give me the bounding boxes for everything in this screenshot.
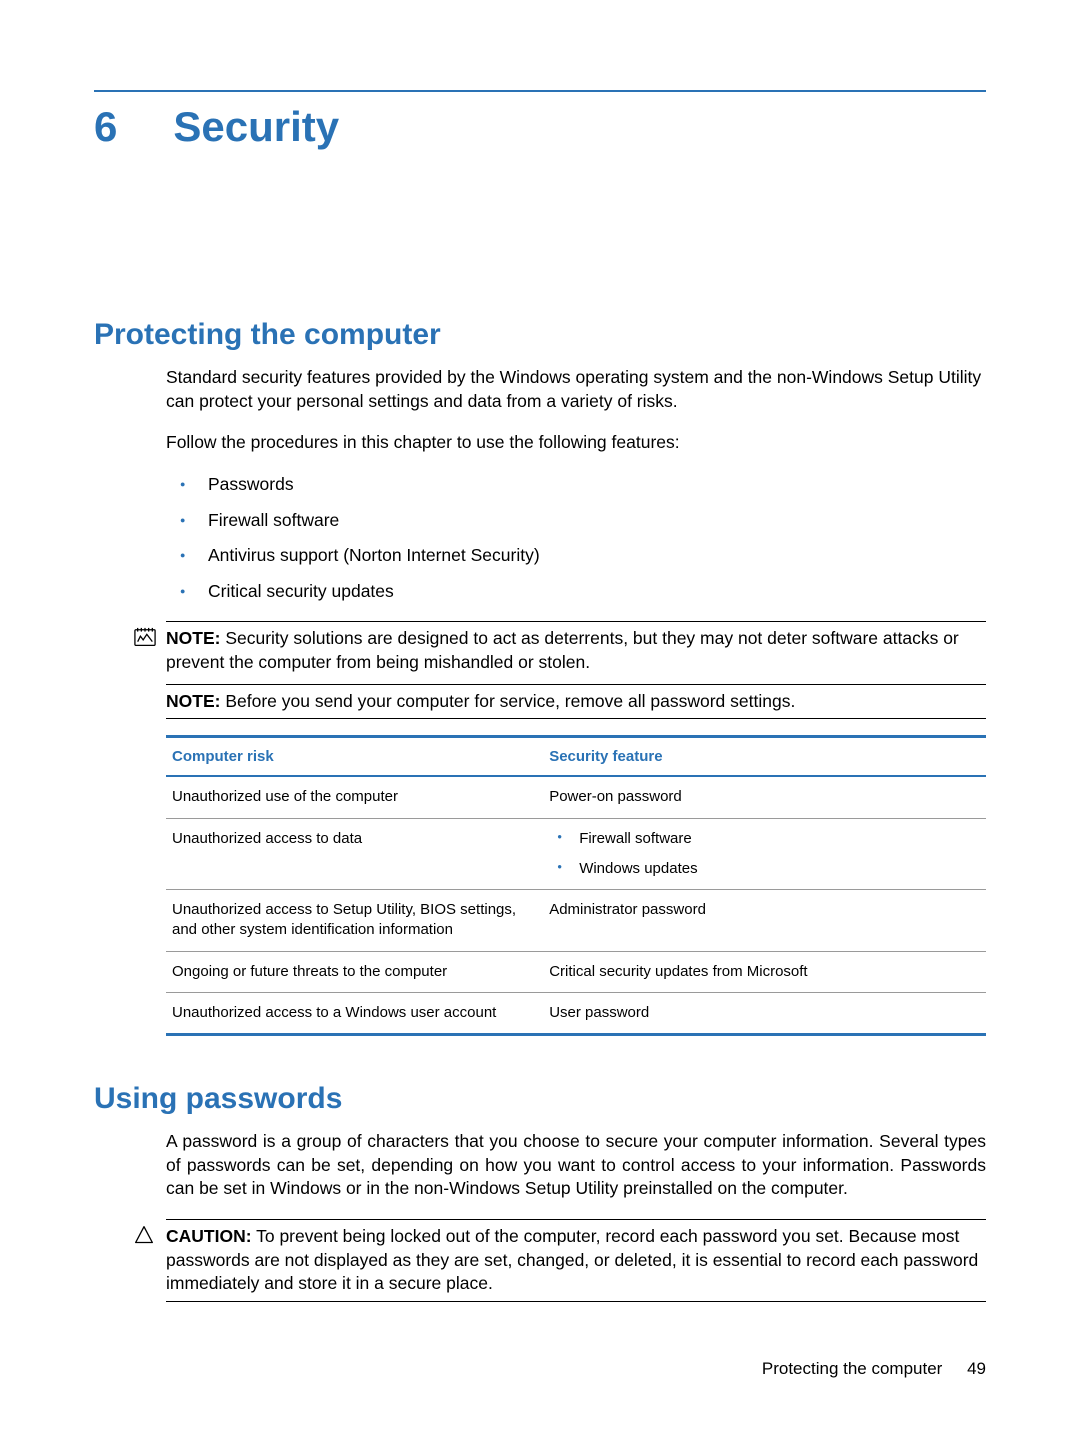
document-page: 6 Security Protecting the computer Stand… [0,0,1080,1437]
table-header-risk: Computer risk [166,738,543,775]
chapter-heading: 6 Security [94,106,986,148]
cell-risk: Unauthorized use of the computer [166,777,543,817]
note-label: NOTE: [166,628,220,648]
feature-item: Firewall software [166,509,986,533]
note-block: NOTE: Security solutions are designed to… [94,621,986,679]
protecting-body: Standard security features provided by t… [166,366,986,603]
page-footer: Protecting the computer 49 [762,1359,986,1379]
cell-risk: Unauthorized access to a Windows user ac… [166,993,543,1033]
table-row: Unauthorized use of the computer Power-o… [166,777,986,818]
feature-item: Critical security updates [166,580,986,604]
cell-feature: Power-on password [543,777,986,817]
cell-risk: Ongoing or future threats to the compute… [166,952,543,992]
footer-section-title: Protecting the computer [762,1359,942,1378]
section-heading-protecting: Protecting the computer [94,318,986,352]
protecting-paragraph-2: Follow the procedures in this chapter to… [166,431,986,455]
feature-list-item: Firewall software [549,829,980,849]
chapter-title: Security [173,106,339,148]
risk-feature-table: Computer risk Security feature Unauthori… [166,735,986,1036]
table-header-feature: Security feature [543,738,986,775]
note-2-content: NOTE: Before you send your computer for … [166,684,986,720]
chapter-rule [94,90,986,92]
features-list: Passwords Firewall software Antivirus su… [166,473,986,604]
caution-block: CAUTION: To prevent being locked out of … [94,1219,986,1302]
passwords-body: A password is a group of characters that… [166,1130,986,1201]
feature-list-item: Windows updates [549,859,980,879]
chapter-number: 6 [94,106,117,148]
table-row: Unauthorized access to Setup Utility, BI… [166,890,986,952]
cell-feature: Critical security updates from Microsoft [543,952,986,992]
cell-feature: Administrator password [543,890,986,951]
feature-item: Passwords [166,473,986,497]
cell-feature: Firewall software Windows updates [543,819,986,890]
caution-text: To prevent being locked out of the compu… [166,1226,978,1293]
feature-item: Antivirus support (Norton Internet Secur… [166,544,986,568]
table-row: Unauthorized access to a Windows user ac… [166,993,986,1033]
note-label: NOTE: [166,691,220,711]
caution-label: CAUTION: [166,1226,252,1246]
note-text: Before you send your computer for servic… [225,691,795,711]
cell-risk: Unauthorized access to Setup Utility, BI… [166,890,543,951]
note-icon [134,627,156,649]
note-1-content: NOTE: Security solutions are designed to… [166,621,986,679]
cell-risk: Unauthorized access to data [166,819,543,890]
section-heading-passwords: Using passwords [94,1082,986,1116]
caution-icon [134,1225,156,1247]
table-header-row: Computer risk Security feature [166,738,986,777]
page-number: 49 [967,1359,986,1378]
passwords-paragraph: A password is a group of characters that… [166,1130,986,1201]
protecting-paragraph-1: Standard security features provided by t… [166,366,986,413]
note-block: NOTE: Before you send your computer for … [166,684,986,720]
cell-feature: User password [543,993,986,1033]
table-row: Ongoing or future threats to the compute… [166,952,986,993]
caution-content: CAUTION: To prevent being locked out of … [166,1219,986,1302]
note-text: Security solutions are designed to act a… [166,628,959,672]
table-row: Unauthorized access to data Firewall sof… [166,819,986,891]
